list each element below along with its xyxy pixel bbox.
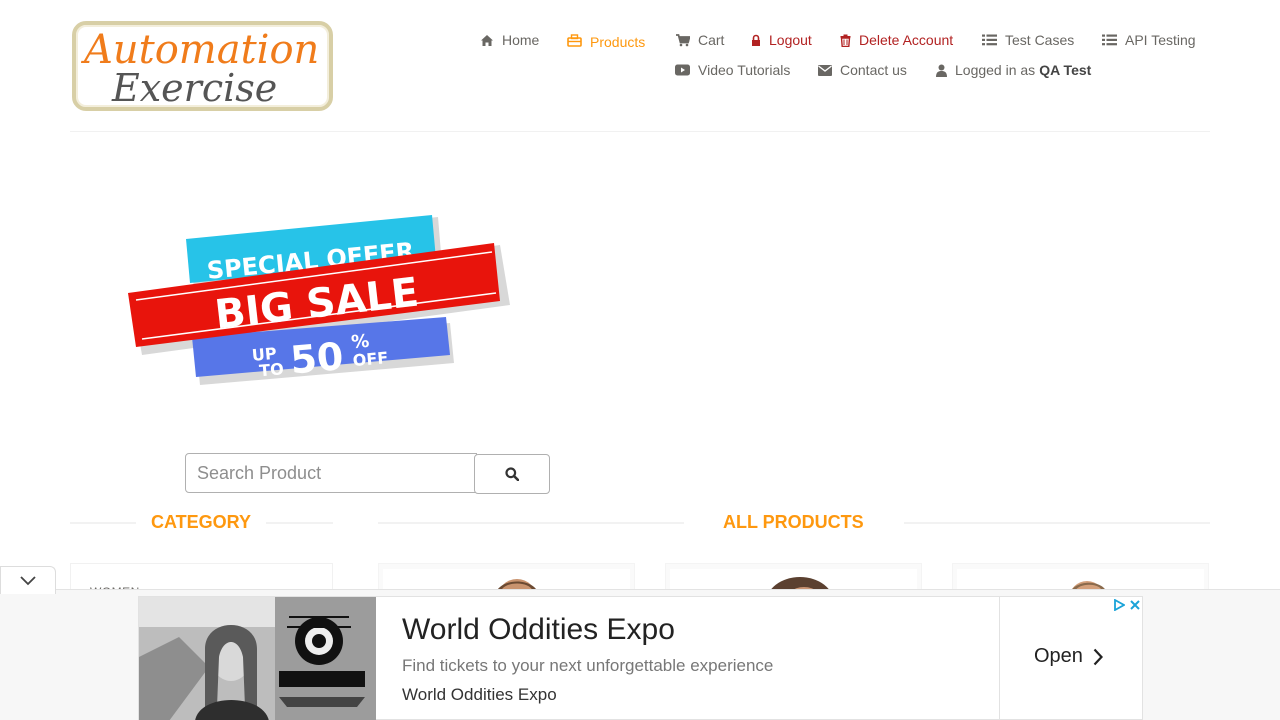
user-icon bbox=[936, 64, 947, 77]
chevron-right-icon bbox=[1093, 648, 1103, 665]
logged-in-status: Logged in as QA Test bbox=[936, 62, 1091, 78]
nav-delete-account-label: Delete Account bbox=[859, 32, 954, 48]
nav-api-testing[interactable]: API Testing bbox=[1102, 32, 1196, 48]
ad-collapse-toggle[interactable] bbox=[0, 566, 56, 594]
nav-delete-account[interactable]: Delete Account bbox=[840, 32, 953, 48]
envelope-icon bbox=[818, 64, 832, 76]
ad-open-button[interactable]: Open bbox=[1034, 645, 1103, 668]
logged-in-prefix: Logged in as bbox=[955, 62, 1036, 78]
ad-choices[interactable] bbox=[1113, 599, 1141, 611]
list-icon bbox=[1102, 34, 1117, 46]
youtube-icon bbox=[675, 64, 690, 76]
category-heading-line-right bbox=[266, 522, 333, 524]
nav-api-testing-label: API Testing bbox=[1125, 32, 1196, 48]
site-logo[interactable]: Automation Exercise bbox=[72, 21, 333, 111]
page: Automation Exercise Home Products Cart L… bbox=[0, 0, 1280, 720]
chevron-down-icon bbox=[20, 575, 36, 585]
list-icon bbox=[982, 34, 997, 46]
nav-test-cases-label: Test Cases bbox=[1005, 32, 1075, 48]
all-products-heading: ALL PRODUCTS bbox=[723, 512, 864, 532]
nav-cart-label: Cart bbox=[698, 32, 725, 48]
banner-to: TO bbox=[258, 359, 284, 380]
products-heading-line-left bbox=[378, 522, 684, 524]
products-icon bbox=[567, 33, 582, 47]
search-product-input[interactable] bbox=[185, 453, 477, 493]
lock-icon bbox=[752, 34, 760, 46]
ad-advertiser: World Oddities Expo bbox=[402, 685, 557, 704]
special-offer-banner: SPECIAL OFFER BIG SALE UP TO 50 % OFF bbox=[128, 215, 510, 385]
nav-home-label: Home bbox=[502, 32, 540, 48]
logo-wordmark: Automation Exercise bbox=[80, 27, 319, 107]
cart-icon bbox=[676, 33, 690, 46]
nav-products-label: Products bbox=[590, 34, 646, 50]
nav-logout-label: Logout bbox=[769, 32, 812, 48]
search-button[interactable] bbox=[474, 454, 550, 494]
ad-photo bbox=[139, 597, 376, 720]
trash-icon bbox=[840, 34, 851, 47]
banner-off: OFF bbox=[352, 348, 389, 370]
logo-line2: Exercise bbox=[111, 66, 277, 107]
products-heading-line-right bbox=[904, 522, 1210, 524]
nav-products[interactable]: Products bbox=[567, 32, 646, 50]
nav-contact-us-label: Contact us bbox=[840, 62, 907, 78]
ad-divider bbox=[999, 597, 1000, 720]
close-icon[interactable] bbox=[1129, 599, 1141, 611]
search-icon bbox=[505, 467, 519, 481]
adchoices-icon[interactable] bbox=[1113, 599, 1125, 611]
nav-test-cases[interactable]: Test Cases bbox=[982, 32, 1074, 48]
category-heading: CATEGORY bbox=[151, 512, 252, 532]
ad-title[interactable]: World Oddities Expo bbox=[402, 613, 675, 647]
ad-description: Find tickets to your next unforgettable … bbox=[402, 656, 774, 675]
category-heading-line-left bbox=[70, 522, 136, 524]
banner-amount: 50 bbox=[289, 334, 346, 382]
nav-logout[interactable]: Logout bbox=[751, 32, 812, 48]
logged-in-username: QA Test bbox=[1039, 62, 1092, 78]
home-icon bbox=[481, 34, 493, 46]
ad-image[interactable] bbox=[139, 597, 376, 720]
nav-contact-us[interactable]: Contact us bbox=[818, 62, 907, 78]
nav-video-tutorials[interactable]: Video Tutorials bbox=[675, 62, 790, 78]
advertisement[interactable]: World Oddities Expo Find tickets to your… bbox=[138, 596, 1143, 720]
ad-open-label: Open bbox=[1034, 645, 1083, 667]
nav-video-tutorials-label: Video Tutorials bbox=[698, 62, 791, 78]
header-divider bbox=[70, 131, 1210, 132]
nav-home[interactable]: Home bbox=[480, 32, 539, 48]
nav-cart[interactable]: Cart bbox=[676, 32, 724, 48]
